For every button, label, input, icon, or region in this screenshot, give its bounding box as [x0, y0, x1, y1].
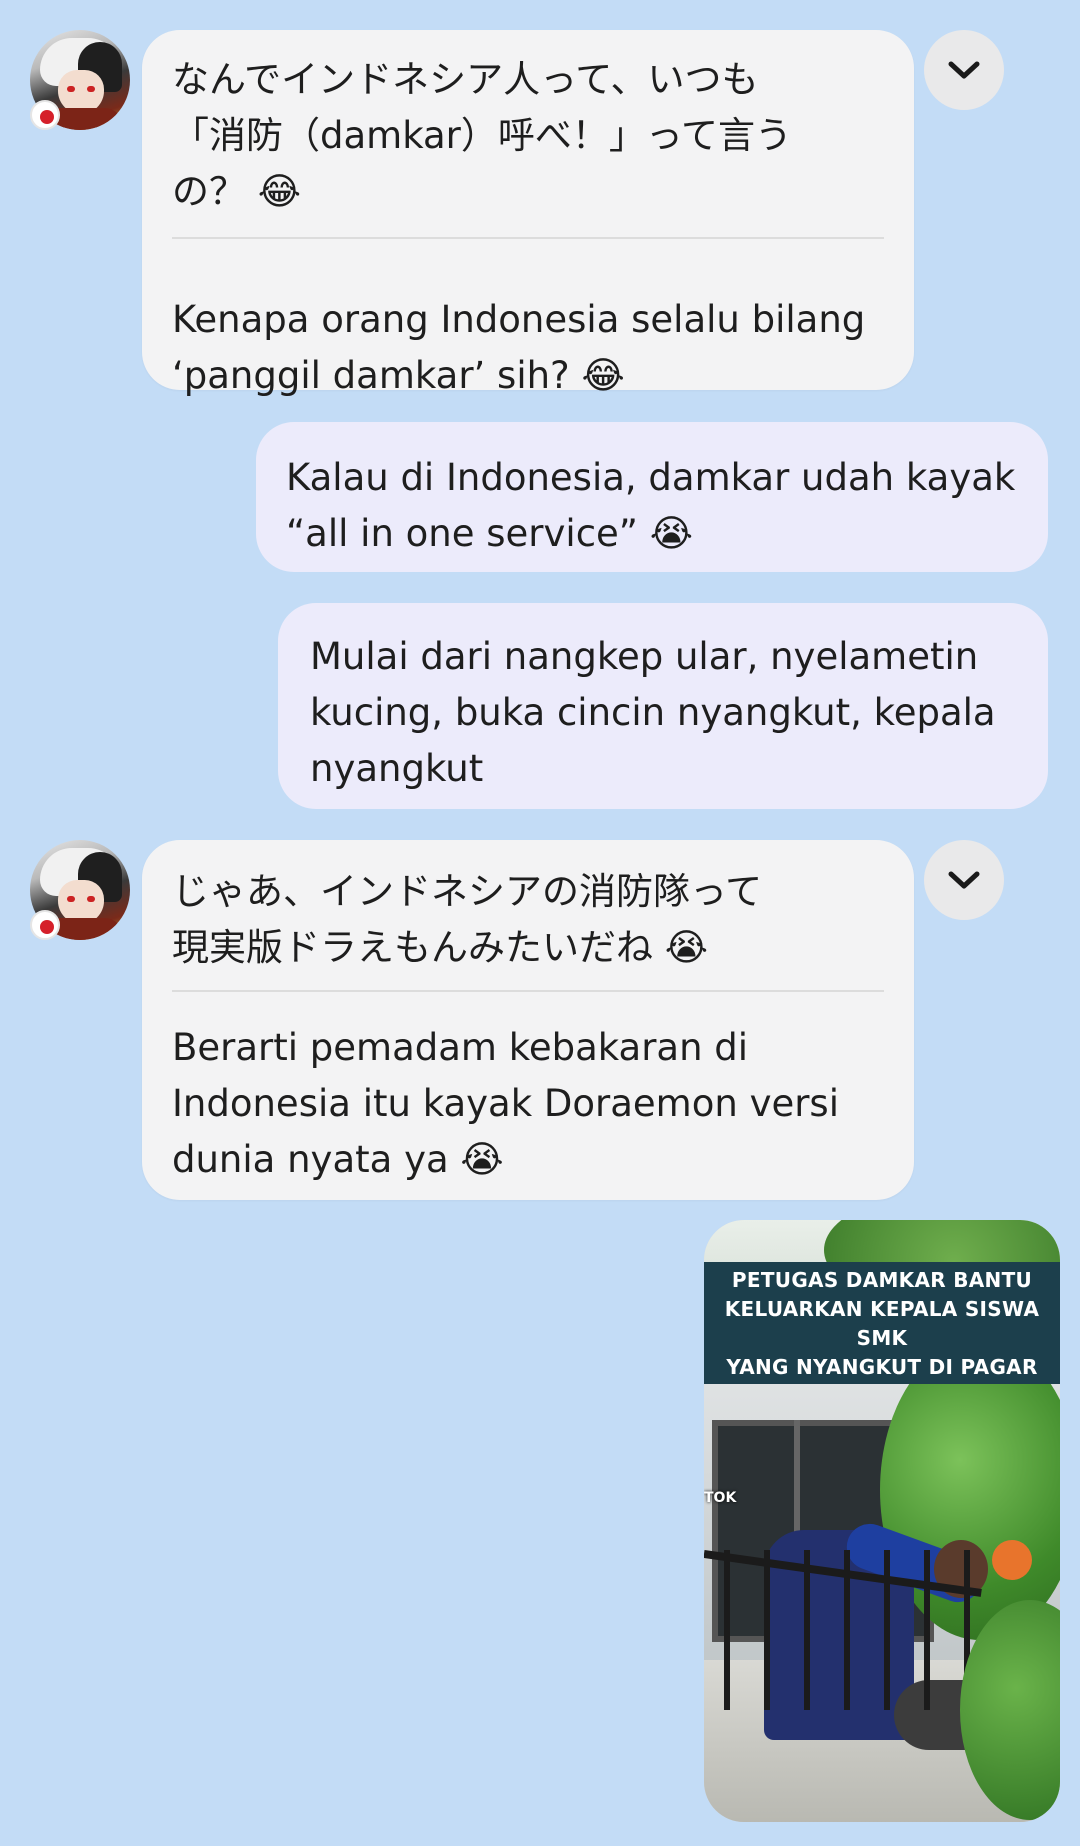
japan-flag-icon: [30, 910, 60, 940]
translation-divider: [172, 990, 884, 992]
message-original-text: じゃあ、インドネシアの消防隊って 現実版ドラえもんみたいだね 😭: [172, 870, 763, 969]
message-bubble-incoming[interactable]: じゃあ、インドネシアの消防隊って 現実版ドラえもんみたいだね 😭 Berarti…: [142, 840, 914, 1200]
message-translation-text: Kenapa orang Indonesia selalu bilang ‘pa…: [172, 298, 866, 397]
translation-divider: [172, 237, 884, 239]
message-bubble-outgoing[interactable]: Mulai dari nangkep ular, nyelametin kuci…: [278, 603, 1048, 809]
image-caption-banner: PETUGAS DAMKAR BANTU KELUARKAN KEPALA SI…: [704, 1262, 1060, 1384]
chevron-down-icon: [947, 869, 981, 891]
message-text: Mulai dari nangkep ular, nyelametin kuci…: [310, 635, 996, 790]
message-text: Kalau di Indonesia, damkar udah kayak “a…: [286, 456, 1016, 555]
expand-button[interactable]: [924, 840, 1004, 920]
image-message[interactable]: TOK PETUGAS DAMKAR BANTU KELUARKAN KEPAL…: [704, 1220, 1060, 1822]
message-original-text: なんでインドネシア人って、いつも 「消防（damkar）呼べ！」って言う の？ …: [172, 58, 793, 213]
japan-flag-icon: [30, 100, 60, 130]
video-watermark: TOK: [704, 1490, 737, 1506]
message-bubble-outgoing[interactable]: Kalau di Indonesia, damkar udah kayak “a…: [256, 422, 1048, 572]
message-translation-text: Berarti pemadam kebakaran di Indonesia i…: [172, 1026, 839, 1181]
expand-button[interactable]: [924, 30, 1004, 110]
message-bubble-incoming[interactable]: なんでインドネシア人って、いつも 「消防（damkar）呼べ！」って言う の？ …: [142, 30, 914, 397]
chevron-down-icon: [947, 59, 981, 81]
